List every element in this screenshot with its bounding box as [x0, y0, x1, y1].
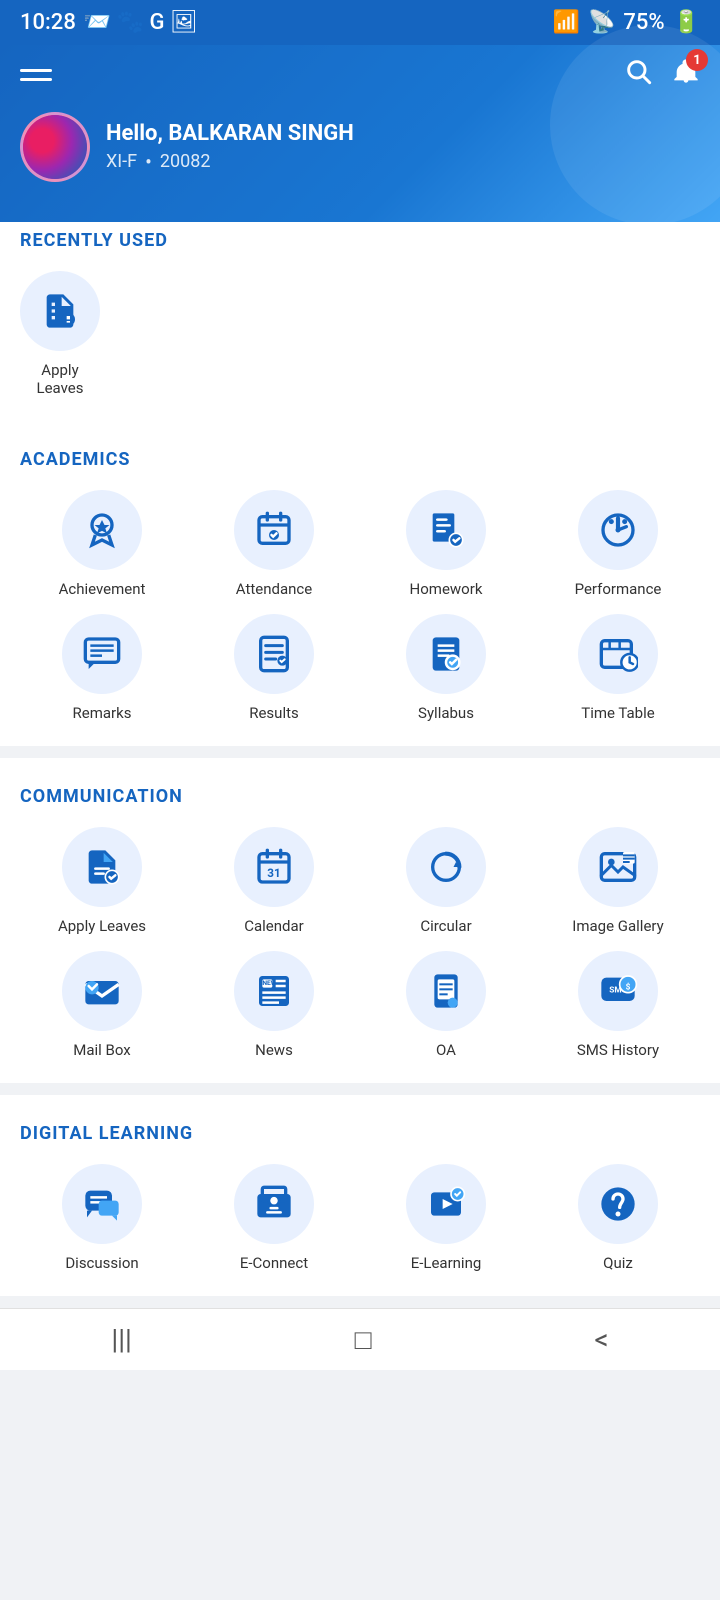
signal-icon: 📡 — [588, 10, 615, 35]
circular-label: Circular — [420, 917, 471, 935]
svg-text:31: 31 — [267, 866, 280, 880]
performance-icon-circle — [578, 490, 658, 570]
e-learning-icon-circle — [406, 1164, 486, 1244]
notification-badge: 1 — [686, 49, 708, 71]
image-gallery-item[interactable]: Image Gallery — [536, 827, 700, 935]
news-item[interactable]: NEWS News — [192, 951, 356, 1059]
performance-label: Performance — [575, 580, 662, 598]
achievement-item[interactable]: Achievement — [20, 490, 184, 598]
results-icon-circle — [234, 614, 314, 694]
recently-used-section: RECENTLY USED Apply Leaves — [0, 202, 720, 421]
recently-used-title: RECENTLY USED — [20, 230, 700, 251]
comm-apply-leaves-icon-circle — [62, 827, 142, 907]
search-button[interactable] — [624, 57, 652, 92]
remarks-item[interactable]: Remarks — [20, 614, 184, 722]
results-item[interactable]: Results — [192, 614, 356, 722]
bottom-nav-menu[interactable]: ||| — [111, 1323, 132, 1356]
quiz-icon-circle — [578, 1164, 658, 1244]
user-text: Hello, BALKARAN SINGH XI-F • 20082 — [106, 121, 354, 174]
syllabus-item[interactable]: Syllabus — [364, 614, 528, 722]
dot-separator: • — [145, 150, 152, 174]
image-gallery-icon-circle — [578, 827, 658, 907]
attendance-icon-circle — [234, 490, 314, 570]
attendance-label: Attendance — [236, 580, 312, 598]
sms-history-icon-circle: SMS $ — [578, 951, 658, 1031]
news-icon-circle: NEWS — [234, 951, 314, 1031]
circular-item[interactable]: Circular — [364, 827, 528, 935]
hamburger-menu[interactable] — [20, 69, 52, 81]
communication-title: COMMUNICATION — [20, 786, 700, 807]
user-details: XI-F • 20082 — [106, 150, 354, 174]
calendar-item[interactable]: 31 Calendar — [192, 827, 356, 935]
oa-item[interactable]: OA — [364, 951, 528, 1059]
news-label: News — [255, 1041, 293, 1059]
recently-used-apply-leaves[interactable]: Apply Leaves — [20, 271, 100, 397]
bottom-navigation: ||| □ < — [0, 1308, 720, 1370]
status-time: 10:28 — [20, 10, 76, 35]
class-label: XI-F — [106, 151, 137, 172]
syllabus-label: Syllabus — [418, 704, 474, 722]
digital-learning-section: DIGITAL LEARNING Discussion — [0, 1095, 720, 1296]
communication-section: COMMUNICATION Apply Leaves — [0, 758, 720, 1083]
discussion-label: Discussion — [65, 1254, 138, 1272]
bottom-nav-home[interactable]: □ — [355, 1323, 372, 1356]
e-connect-label: E-Connect — [240, 1254, 308, 1272]
academics-section: ACADEMICS Achievement — [0, 421, 720, 746]
comm-apply-leaves-label: Apply Leaves — [58, 917, 146, 935]
roll-number: 20082 — [160, 151, 211, 172]
performance-item[interactable]: Performance — [536, 490, 700, 598]
timetable-label: Time Table — [581, 704, 654, 722]
circular-icon-circle — [406, 827, 486, 907]
svg-text:$: $ — [626, 981, 631, 992]
homework-icon-circle — [406, 490, 486, 570]
quiz-item[interactable]: Quiz — [536, 1164, 700, 1272]
timetable-item[interactable]: Time Table — [536, 614, 700, 722]
quiz-label: Quiz — [603, 1254, 633, 1272]
digital-learning-title: DIGITAL LEARNING — [20, 1123, 700, 1144]
e-learning-label: E-Learning — [411, 1254, 482, 1272]
comm-apply-leaves-item[interactable]: Apply Leaves — [20, 827, 184, 935]
avatar — [20, 112, 90, 182]
mailbox-label: Mail Box — [73, 1041, 130, 1059]
timetable-icon-circle — [578, 614, 658, 694]
discussion-item[interactable]: Discussion — [20, 1164, 184, 1272]
status-left: 10:28 📨 🐾 G 🖼 — [20, 10, 198, 35]
e-connect-icon-circle — [234, 1164, 314, 1244]
oa-icon-circle — [406, 951, 486, 1031]
calendar-label: Calendar — [244, 917, 304, 935]
results-label: Results — [249, 704, 299, 722]
calendar-icon-circle: 31 — [234, 827, 314, 907]
e-connect-item[interactable]: E-Connect — [192, 1164, 356, 1272]
oa-label: OA — [436, 1041, 456, 1059]
achievement-label: Achievement — [59, 580, 146, 598]
wifi-icon: 📶 — [553, 10, 580, 35]
avatar-image — [23, 115, 87, 179]
sms-history-label: SMS History — [577, 1041, 659, 1059]
mailbox-item[interactable]: Mail Box — [20, 951, 184, 1059]
notification-button[interactable]: 1 — [672, 57, 700, 92]
discussion-icon-circle — [62, 1164, 142, 1244]
communication-grid: Apply Leaves 31 Calendar — [20, 827, 700, 1059]
achievement-icon-circle — [62, 490, 142, 570]
remarks-icon-circle — [62, 614, 142, 694]
apply-leaves-icon-circle — [20, 271, 100, 351]
greeting: Hello, BALKARAN SINGH — [106, 121, 354, 146]
academics-grid: Achievement Attendance — [20, 490, 700, 722]
e-learning-item[interactable]: E-Learning — [364, 1164, 528, 1272]
apply-leaves-label: Apply Leaves — [20, 361, 100, 397]
image-gallery-label: Image Gallery — [572, 917, 663, 935]
bottom-nav-back[interactable]: < — [594, 1323, 608, 1356]
attendance-item[interactable]: Attendance — [192, 490, 356, 598]
homework-label: Homework — [410, 580, 483, 598]
digital-learning-grid: Discussion E-Connect — [20, 1164, 700, 1272]
mailbox-icon-circle — [62, 951, 142, 1031]
syllabus-icon-circle — [406, 614, 486, 694]
academics-title: ACADEMICS — [20, 449, 700, 470]
header: 1 Hello, BALKARAN SINGH XI-F • 20082 — [0, 45, 720, 222]
sms-history-item[interactable]: SMS $ SMS History — [536, 951, 700, 1059]
remarks-label: Remarks — [73, 704, 132, 722]
notification-icons: 📨 🐾 G 🖼 — [84, 10, 198, 35]
homework-item[interactable]: Homework — [364, 490, 528, 598]
